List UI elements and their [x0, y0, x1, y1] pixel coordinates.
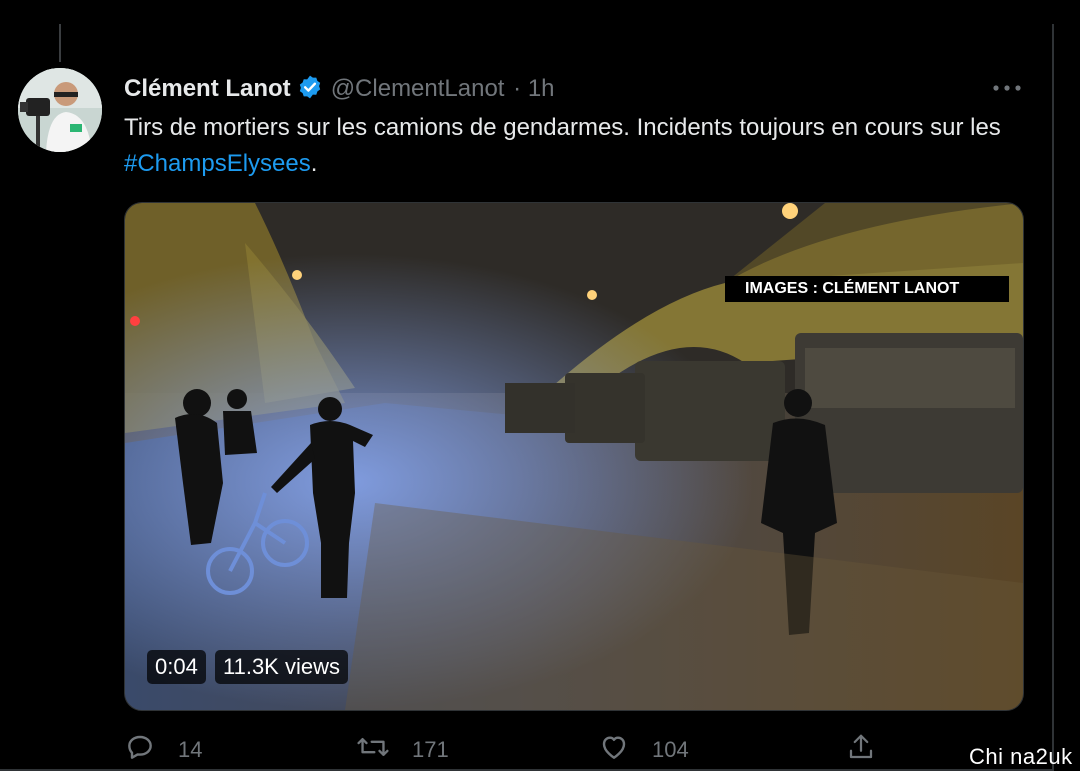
share-icon [846, 732, 898, 768]
retweet-icon [356, 731, 412, 769]
reply-icon [124, 731, 178, 769]
tweet-card[interactable]: Clément Lanot @ClementLanot · 1h Tirs de … [0, 24, 1054, 771]
tweet-text-body: Tirs de mortiers sur les camions de gend… [124, 114, 1001, 141]
reply-count: 14 [178, 737, 203, 762]
tweet-text-end: . [310, 150, 318, 177]
author-name[interactable]: Clément Lanot [124, 75, 291, 102]
tweet-time[interactable]: · 1h [513, 75, 554, 102]
video-views-badge: 11.3K views [215, 650, 348, 684]
like-button[interactable]: 104 [598, 730, 689, 770]
video-credit-label: IMAGES : CLÉMENT LANOT [725, 276, 1010, 302]
retweet-button[interactable]: 171 [356, 730, 449, 770]
heart-icon [598, 731, 652, 769]
share-button[interactable] [846, 730, 898, 770]
watermark-text: Chi na2uk [969, 744, 1073, 769]
more-options-icon[interactable] [992, 74, 1022, 102]
video-player[interactable]: IMAGES : CLÉMENT LANOT 0:04 11.3K views [124, 202, 1024, 711]
reply-button[interactable]: 14 [124, 730, 202, 770]
hashtag-link[interactable]: #ChampsElysees [124, 150, 311, 177]
avatar[interactable] [18, 68, 102, 152]
like-count: 104 [652, 737, 689, 762]
video-duration-badge: 0:04 [147, 650, 206, 684]
tweet-header: Clément Lanot @ClementLanot · 1h [124, 74, 555, 107]
retweet-count: 171 [412, 737, 449, 762]
tweet-actions: 14 171 104 [124, 730, 904, 770]
thread-connector-line [59, 24, 61, 62]
verified-badge-icon [297, 74, 323, 107]
tweet-text: Tirs de mortiers sur les camions de gend… [124, 110, 1024, 182]
author-handle[interactable]: @ClementLanot [331, 75, 505, 102]
